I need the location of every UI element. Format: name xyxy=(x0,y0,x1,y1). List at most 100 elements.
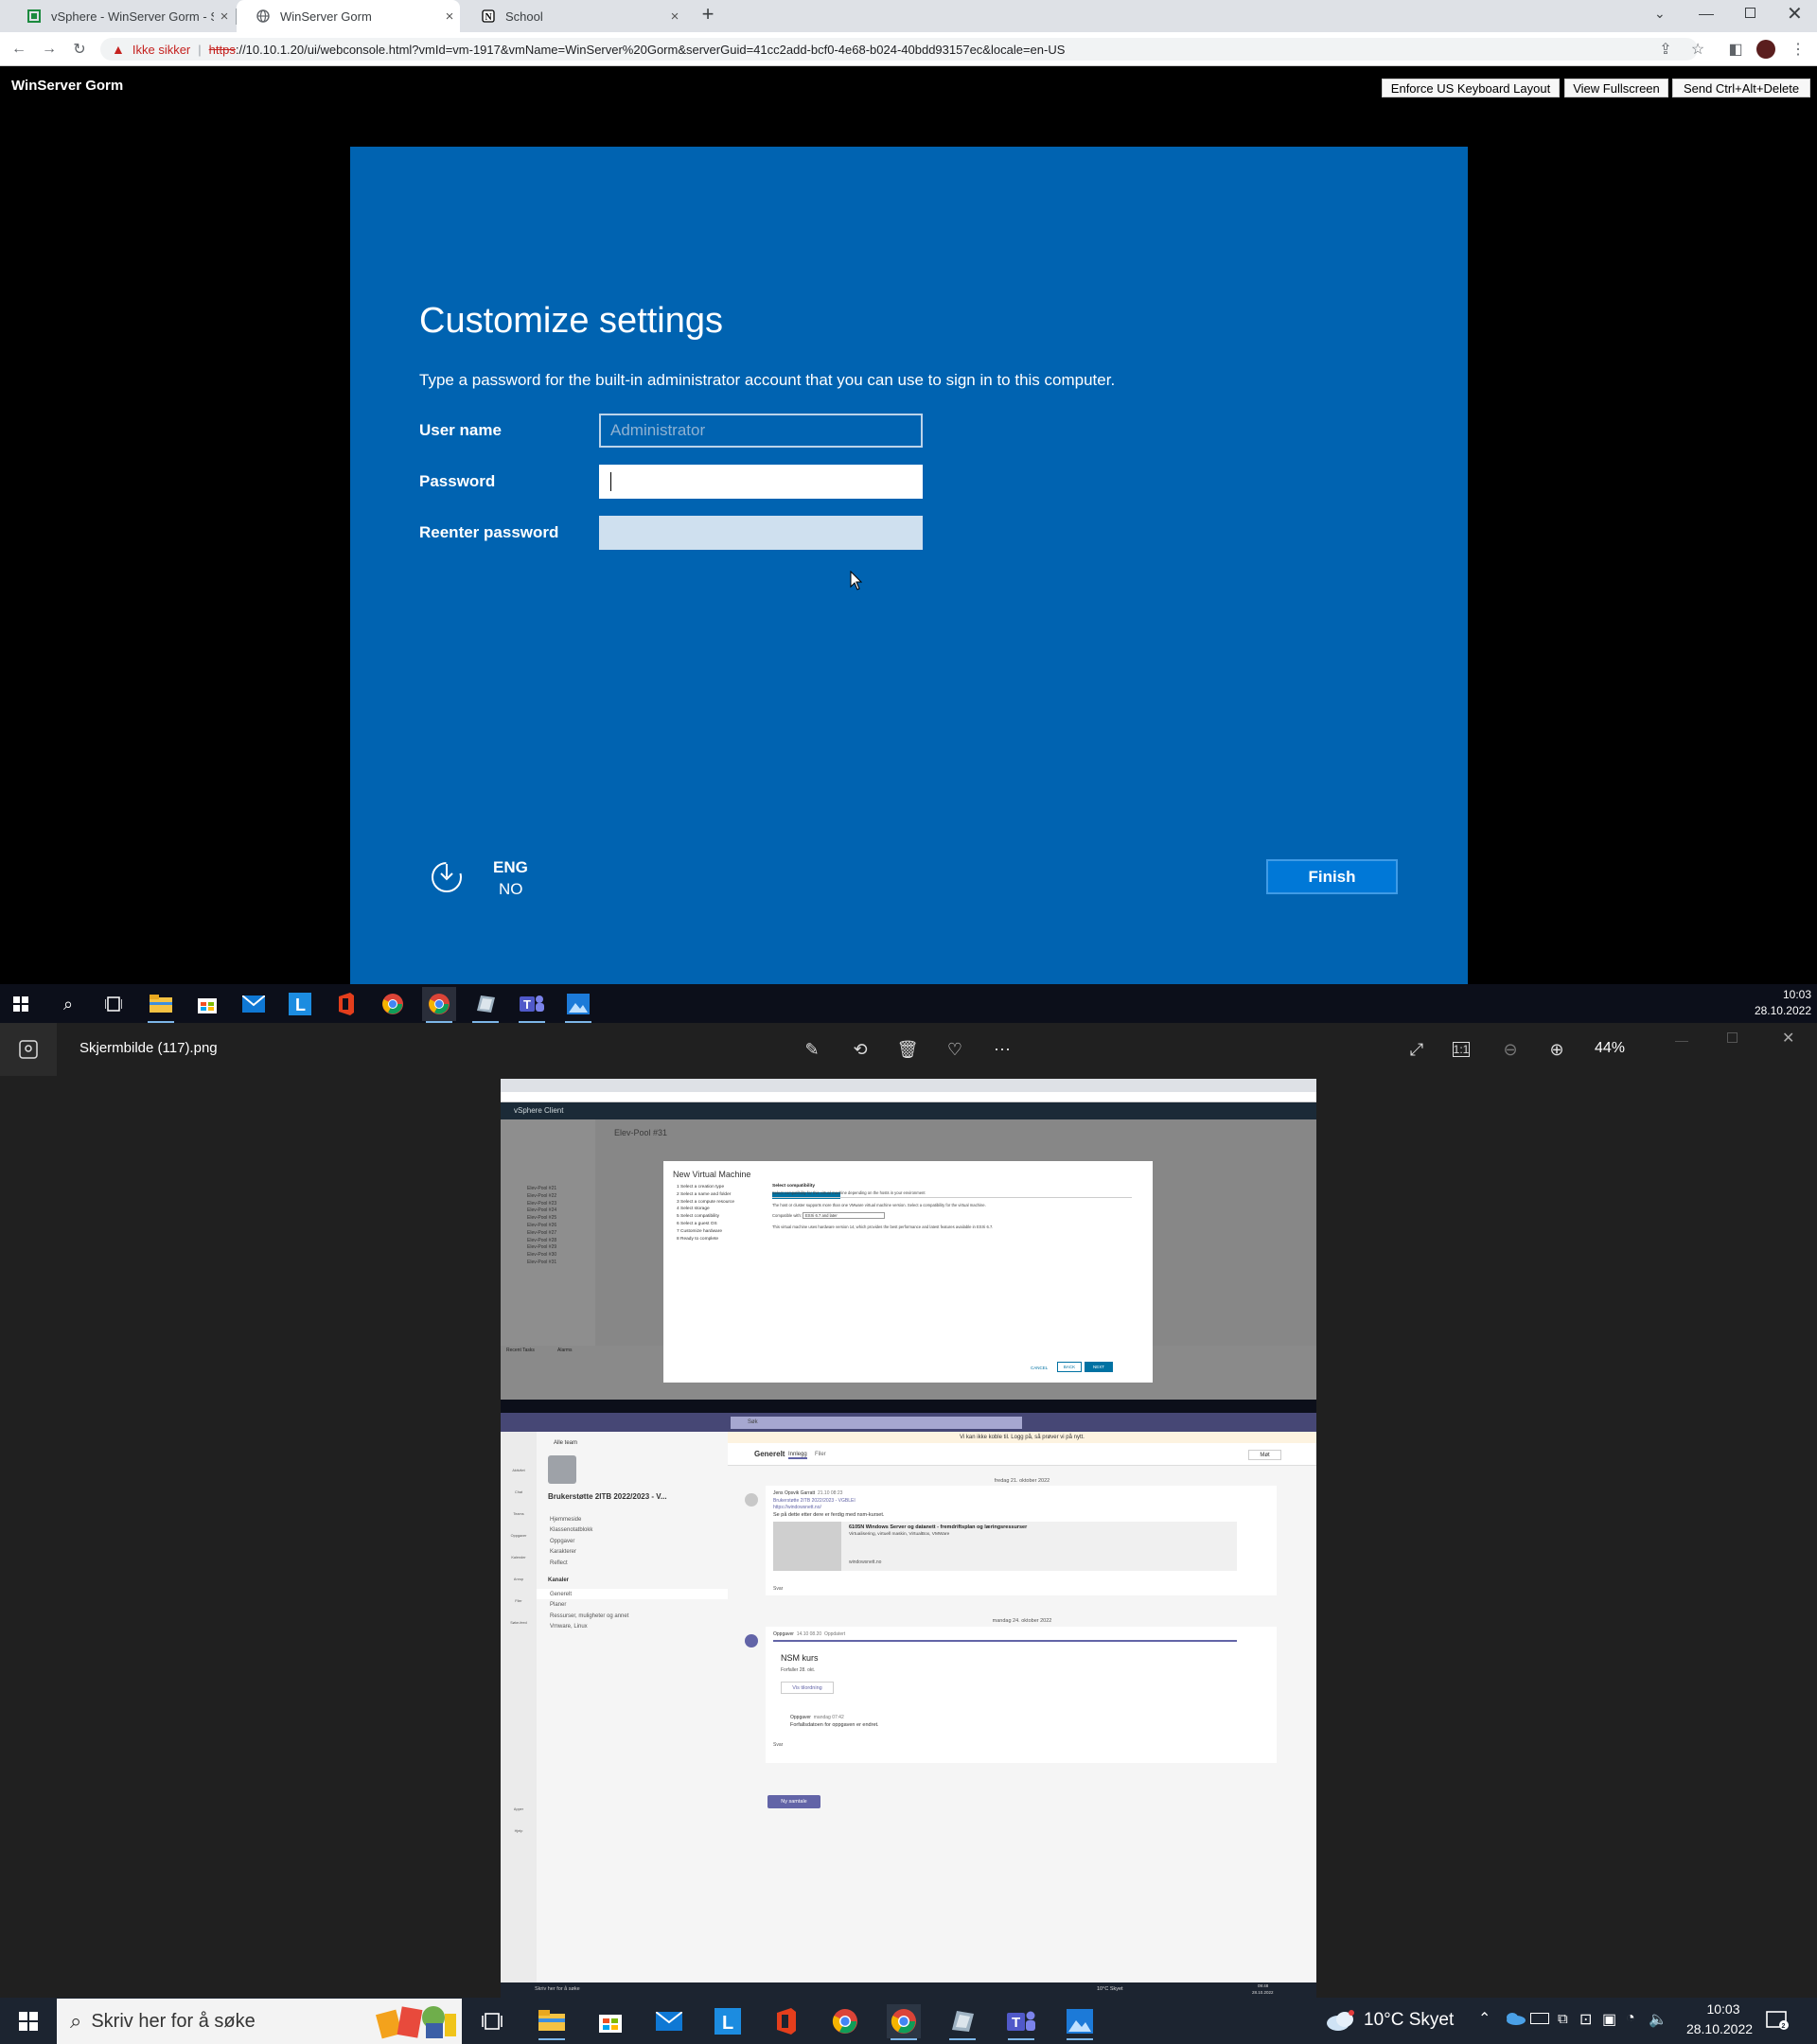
tab-school[interactable]: N School × xyxy=(462,0,685,32)
weather-cloud-icon[interactable] xyxy=(1325,2009,1357,2032)
vmware-console-icon[interactable] xyxy=(945,2004,979,2040)
mail-icon[interactable] xyxy=(237,987,271,1021)
back-icon[interactable]: ← xyxy=(9,40,28,59)
task-view-icon[interactable] xyxy=(475,2004,509,2038)
show-hidden-icons-icon[interactable]: ⌃ xyxy=(1478,2009,1491,2028)
vm-console[interactable]: WinServer Gorm Enforce US Keyboard Layou… xyxy=(0,66,1817,984)
camera-icon[interactable]: ⧉ xyxy=(1558,2011,1568,2027)
zoom-out-icon[interactable]: ⊖ xyxy=(1499,1038,1522,1061)
enforce-keyboard-button[interactable]: Enforce US Keyboard Layout xyxy=(1382,79,1560,97)
finish-button[interactable]: Finish xyxy=(1266,859,1398,894)
file-explorer-icon[interactable] xyxy=(144,987,178,1023)
page-title: Customize settings xyxy=(419,301,724,341)
thumb-search: Skriv her for å søke xyxy=(535,1986,580,1992)
tab-vsphere[interactable]: vSphere - WinServer Gorm - Sum × xyxy=(8,0,235,32)
photos-icon[interactable] xyxy=(1063,2004,1097,2040)
rotate-icon[interactable]: ⟲ xyxy=(849,1038,872,1061)
start-icon[interactable] xyxy=(4,987,38,1021)
password-field[interactable] xyxy=(599,465,923,499)
tab-close-icon[interactable]: × xyxy=(214,9,235,25)
minimize-icon[interactable] xyxy=(1699,4,1714,15)
start-icon[interactable] xyxy=(11,2004,45,2038)
view-fullscreen-button[interactable]: View Fullscreen xyxy=(1564,79,1668,97)
side-panel-icon[interactable]: ◧ xyxy=(1726,40,1745,59)
close-window-icon[interactable]: ✕ xyxy=(1787,2,1803,26)
thumb-post2-avatar xyxy=(745,1634,758,1648)
thumb-taskbar-1 xyxy=(501,1400,1316,1413)
weather-label[interactable]: 10°C Skyet xyxy=(1364,2010,1454,2031)
bookmark-star-icon[interactable]: ☆ xyxy=(1688,40,1707,59)
volume-icon[interactable]: 🔈 xyxy=(1649,2010,1667,2029)
battery-icon[interactable] xyxy=(1530,2013,1549,2024)
thumb-tree-item: Elev-Pool #28 xyxy=(527,1237,557,1243)
address-bar[interactable]: ▲ Ikke sikker | https ://10.10.1.20/ui/w… xyxy=(100,38,1698,61)
thumb-rail-item: Chat xyxy=(514,1490,523,1494)
chrome-active-icon[interactable] xyxy=(422,987,456,1023)
task-view-icon[interactable] xyxy=(97,987,131,1021)
onedrive-icon[interactable] xyxy=(1505,2012,1526,2025)
taskbar-search-placeholder: Skriv her for å søke xyxy=(91,2010,256,2032)
edit-image-icon[interactable]: ✎ xyxy=(801,1038,823,1061)
security-label[interactable]: Ikke sikker xyxy=(132,43,190,57)
menu-icon[interactable]: ⋮ xyxy=(1789,40,1808,59)
reload-icon[interactable]: ↻ xyxy=(70,40,89,59)
favorite-heart-icon[interactable]: ♡ xyxy=(944,1038,966,1061)
tab-close-icon[interactable]: × xyxy=(439,9,460,25)
reenter-password-field[interactable] xyxy=(599,516,923,550)
photos-restore-icon[interactable] xyxy=(1727,1032,1738,1043)
search-icon[interactable]: ⌕ xyxy=(51,987,85,1021)
chrome-icon[interactable] xyxy=(376,987,410,1021)
taskbar-search-box[interactable]: ⌕ Skriv her for å søke xyxy=(57,1999,462,2044)
tab-winserver-gorm[interactable]: WinServer Gorm × xyxy=(237,0,460,32)
office-icon[interactable] xyxy=(329,987,363,1021)
delete-icon[interactable]: 🗑 xyxy=(896,1038,919,1061)
zoom-in-icon[interactable]: ⊕ xyxy=(1545,1038,1568,1061)
send-ctrl-alt-del-button[interactable]: Send Ctrl+Alt+Delete xyxy=(1672,79,1810,97)
chrome-icon[interactable] xyxy=(828,2004,862,2038)
username-field[interactable]: Administrator xyxy=(599,414,923,448)
tab-close-icon[interactable]: × xyxy=(664,9,685,25)
teams-icon[interactable]: T xyxy=(515,987,549,1023)
language-primary[interactable]: ENG xyxy=(493,858,528,877)
clock-date[interactable]: 28.10.2022 xyxy=(1677,2021,1762,2036)
clock-time[interactable]: 10:03 xyxy=(1766,988,1811,1001)
restore-icon[interactable] xyxy=(1745,8,1755,18)
profile-avatar[interactable] xyxy=(1756,40,1775,59)
chrome-active-icon[interactable] xyxy=(887,2004,921,2040)
photos-minimize-icon[interactable]: — xyxy=(1675,1032,1688,1048)
clock-time[interactable]: 10:03 xyxy=(1696,2001,1751,2017)
new-tab-button[interactable]: + xyxy=(697,2,719,30)
photos-icon[interactable] xyxy=(561,987,595,1023)
more-options-icon[interactable]: ⋯ xyxy=(991,1038,1014,1061)
thumb-alarms-label: Alarms xyxy=(557,1348,573,1353)
clock-date[interactable]: 28.10.2022 xyxy=(1751,1004,1811,1017)
mail-icon[interactable] xyxy=(652,2004,686,2038)
store-icon[interactable] xyxy=(190,987,224,1021)
file-explorer-icon[interactable] xyxy=(535,2004,569,2040)
photos-gallery-icon[interactable] xyxy=(0,1023,57,1076)
svg-text:2: 2 xyxy=(1782,2023,1786,2030)
wifi-icon[interactable]: ◔ xyxy=(1626,2010,1635,2027)
screen-capture-icon[interactable]: ▣ xyxy=(1602,2010,1616,2029)
tab-search-chevron-icon[interactable]: ⌄ xyxy=(1654,6,1666,22)
actual-size-icon[interactable]: 1:1 xyxy=(1453,1042,1470,1057)
l-app-icon[interactable]: L xyxy=(711,2004,745,2038)
thumb-team-link: Karakterer xyxy=(550,1549,577,1556)
forward-icon[interactable]: → xyxy=(40,40,59,59)
thumb-section-title: Select compatibility xyxy=(772,1184,816,1189)
store-icon[interactable] xyxy=(593,2004,627,2038)
notifications-icon[interactable]: 2 xyxy=(1766,2010,1789,2031)
text-caret xyxy=(610,472,611,491)
vmware-console-icon[interactable] xyxy=(468,987,503,1023)
office-icon[interactable] xyxy=(769,2004,803,2038)
fullscreen-icon[interactable]: ⤢ xyxy=(1405,1038,1428,1061)
share-icon[interactable]: ⇪ xyxy=(1656,40,1675,59)
language-secondary[interactable]: NO xyxy=(499,880,523,899)
ease-of-access-icon[interactable] xyxy=(428,858,466,896)
photos-close-icon[interactable]: ✕ xyxy=(1782,1029,1794,1048)
l-app-icon[interactable]: L xyxy=(283,987,317,1021)
thumb-post1-team: Brukerstøtte 2ITB 2022/2023 - VGBLEI xyxy=(773,1498,856,1504)
zoom-level[interactable]: 44% xyxy=(1595,1040,1625,1057)
display-icon[interactable]: ⊡ xyxy=(1579,2010,1592,2029)
teams-icon[interactable]: T xyxy=(1004,2004,1038,2040)
